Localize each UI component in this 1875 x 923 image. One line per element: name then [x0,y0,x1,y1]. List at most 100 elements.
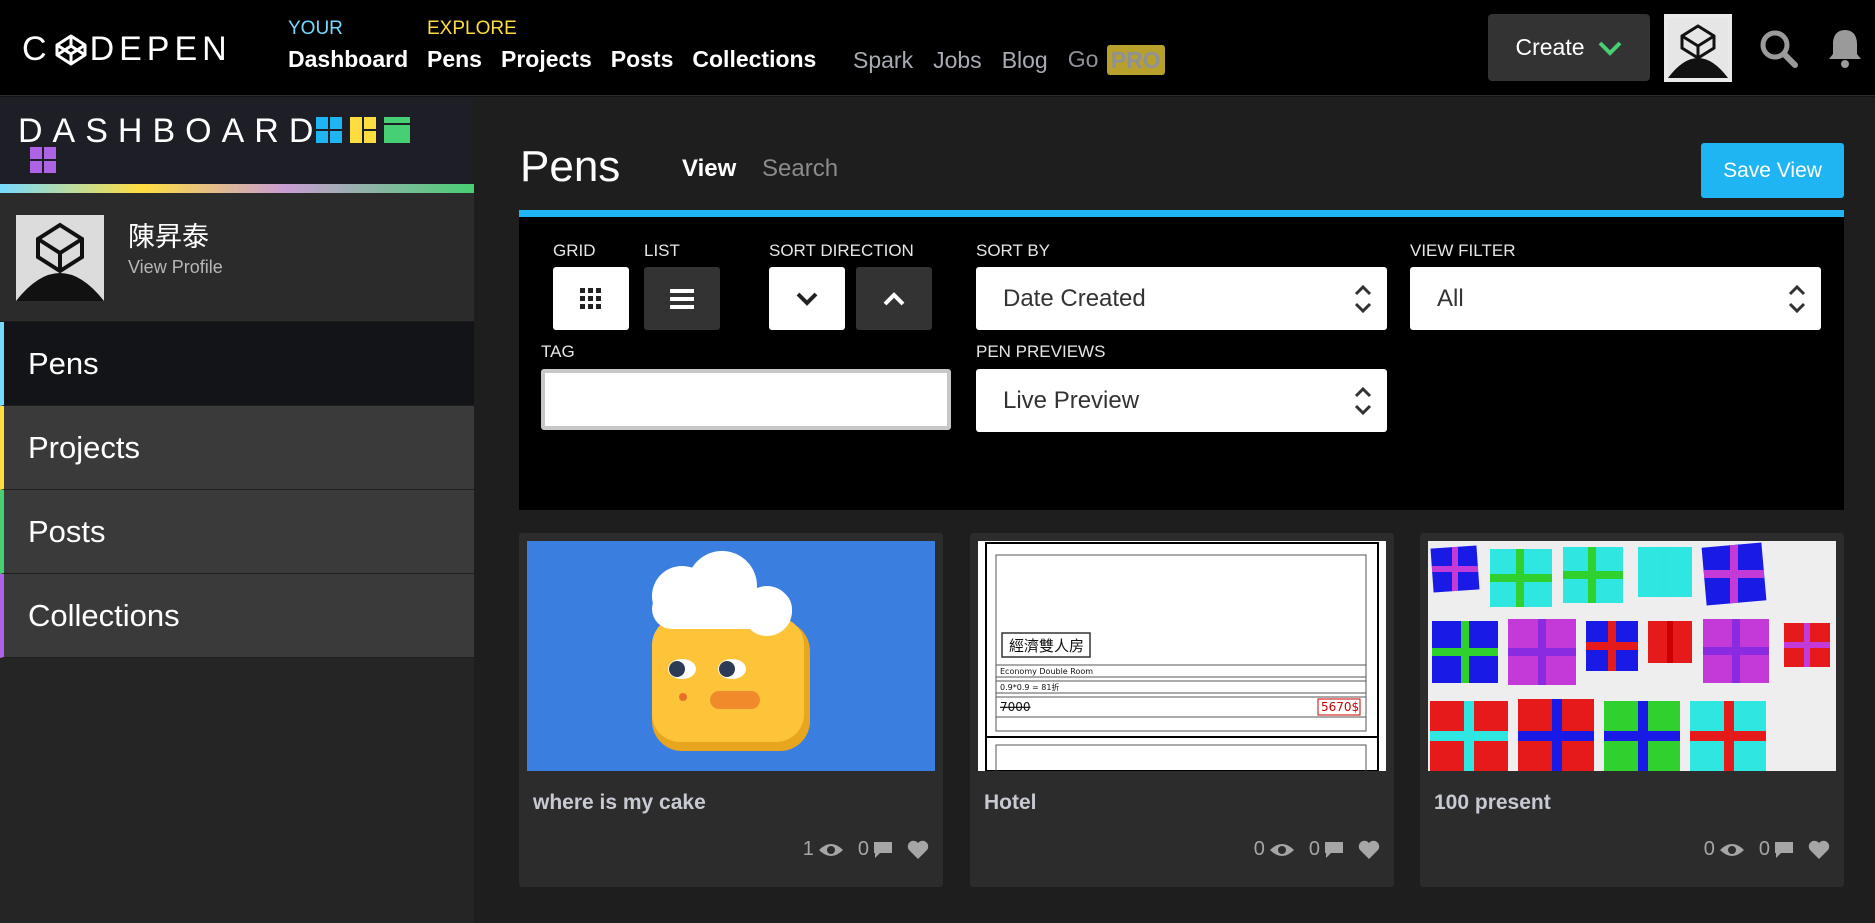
sort-ascending-button[interactable] [856,267,932,330]
comment-icon [1325,841,1343,858]
view-filter-label: VIEW FILTER [1410,241,1516,260]
sort-direction-label: SORT DIRECTION [769,241,914,260]
views-stat[interactable]: 0 [1254,838,1295,861]
comments-count: 0 [1758,838,1770,860]
tab-view[interactable]: View [682,155,736,183]
chevron-down-icon [796,292,818,306]
sort-by-select[interactable]: Date Created [976,267,1387,330]
hotel-room-cn: 經濟雙人房 [1009,637,1084,655]
codepen-cube-icon [55,34,87,65]
views-stat[interactable]: 0 [1704,838,1745,861]
grid-icon [580,287,601,309]
pen-preview-presents[interactable] [1428,541,1836,771]
pen-card[interactable]: where is my cake 1 0 [519,533,943,887]
nav-go-pro-link[interactable]: Go PRO [1067,45,1165,76]
pen-previews-value: Live Preview [1003,386,1140,414]
nav-blog-link[interactable]: Blog [1002,47,1048,74]
nav-explore-group: EXPLORE Pens Projects Posts Collections [427,18,816,73]
heart-icon[interactable] [907,840,929,860]
pen-title[interactable]: where is my cake [533,791,706,815]
cake-character-illustration [652,551,810,751]
hotel-preview-illustration: 經濟雙人房 Economy Double Room 0.9*0.9 = 81折 … [985,542,1379,771]
sidebar-item-projects[interactable]: Projects [0,406,474,490]
profile-name: 陳昇泰 [128,222,209,253]
list-label: LIST [644,241,680,260]
user-avatar[interactable] [1664,14,1732,82]
bell-icon[interactable] [1826,27,1864,69]
dashboard-logo-icons [316,117,410,143]
grid-view-button[interactable] [553,267,629,330]
create-label: Create [1515,34,1585,60]
hotel-price-new: 5670$ [1321,700,1359,714]
grid-label: GRID [553,241,596,260]
sort-descending-button[interactable] [769,267,845,330]
views-stat[interactable]: 1 [803,838,844,861]
nav-jobs-link[interactable]: Jobs [933,47,982,74]
views-count: 0 [1253,838,1265,860]
select-arrows-icon [1788,284,1806,314]
tab-search[interactable]: Search [762,155,838,183]
pen-preview-hotel[interactable]: 經濟雙人房 Economy Double Room 0.9*0.9 = 81折 … [978,541,1386,771]
nav-dashboard-link[interactable]: Dashboard [288,46,408,73]
grid-purple-icon [30,147,56,173]
dashboard-sidebar: DASHBOARD 陳昇泰 View Profile Pens Projects… [0,97,474,923]
codepen-avatar-icon [16,215,104,301]
pen-card[interactable]: 100 present 0 0 [1420,533,1844,887]
pen-title[interactable]: 100 present [1434,791,1551,815]
eye-icon [818,843,843,856]
profile-card: 陳昇泰 View Profile [0,193,474,322]
comments-stat[interactable]: 0 [1309,838,1344,861]
codepen-logo[interactable]: C DEPEN [22,30,232,69]
filter-panel: GRID LIST SORT DIRECTION SORT BY Date Cr… [519,210,1844,510]
list-view-button[interactable] [644,267,720,330]
grid-yellow-icon [350,117,376,143]
tag-label: TAG [541,342,575,361]
pen-stats: 1 0 [803,838,929,861]
hotel-room-en: Economy Double Room [1000,667,1093,676]
nav-go-label: Go [1067,46,1099,72]
profile-avatar[interactable] [16,215,104,301]
views-count: 0 [1703,838,1715,860]
page-title: Pens [520,142,621,191]
comments-count: 0 [857,838,869,860]
list-icon [670,288,694,309]
select-arrows-icon [1354,386,1372,416]
sidebar-item-pens[interactable]: Pens [0,322,474,406]
comment-icon [874,841,892,858]
search-icon[interactable] [1758,28,1798,68]
create-button[interactable]: Create [1488,14,1650,81]
pen-previews-select[interactable]: Live Preview [976,369,1387,432]
view-profile-link[interactable]: View Profile [128,257,223,278]
nav-pens-link[interactable]: Pens [427,46,482,73]
nav-collections-link[interactable]: Collections [692,46,816,73]
sort-by-label: SORT BY [976,241,1051,260]
heart-icon[interactable] [1358,840,1380,860]
pen-preview-cake[interactable] [527,541,935,771]
sidebar-item-collections[interactable]: Collections [0,574,474,658]
main-content: Pens View Search Save View GRID LIST SOR… [474,97,1875,923]
pen-stats: 0 0 [1254,838,1380,861]
pen-stats: 0 0 [1704,838,1830,861]
grid-blue-icon [316,117,342,143]
hotel-calc: 0.9*0.9 = 81折 [1000,682,1059,692]
nav-posts-link[interactable]: Posts [611,46,674,73]
pen-card[interactable]: 經濟雙人房 Economy Double Room 0.9*0.9 = 81折 … [970,533,1394,887]
nav-projects-link[interactable]: Projects [501,46,592,73]
nav-explore-kicker: EXPLORE [427,18,517,39]
select-arrows-icon [1354,284,1372,314]
dashboard-title: DASHBOARD [18,112,324,150]
pen-title[interactable]: Hotel [984,791,1037,815]
chevron-up-icon [883,291,905,305]
comments-count: 0 [1308,838,1320,860]
sidebar-item-posts[interactable]: Posts [0,490,474,574]
hotel-price-old: 7000 [1000,700,1031,714]
rainbow-divider [0,184,474,193]
view-filter-select[interactable]: All [1410,267,1821,330]
heart-icon[interactable] [1808,840,1830,860]
comment-icon [1775,841,1793,858]
save-view-button[interactable]: Save View [1701,143,1844,198]
tag-input[interactable] [541,369,951,430]
comments-stat[interactable]: 0 [858,838,893,861]
nav-spark-link[interactable]: Spark [853,47,913,74]
comments-stat[interactable]: 0 [1759,838,1794,861]
